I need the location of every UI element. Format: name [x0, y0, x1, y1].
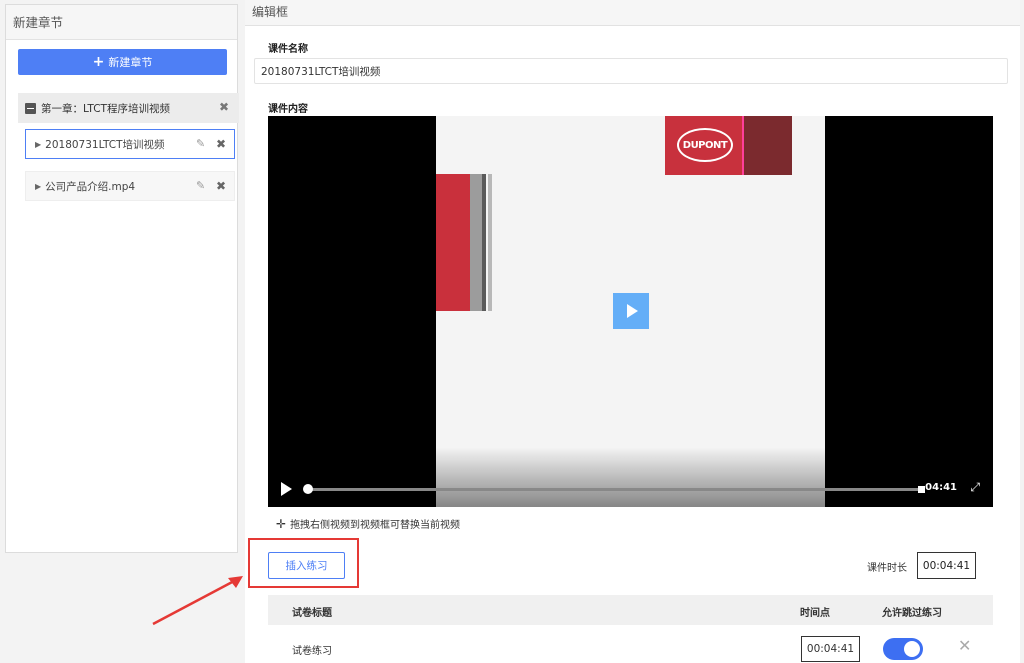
new-chapter-button[interactable]: + 新建章节	[18, 49, 227, 75]
remove-exercise-icon[interactable]: ✕	[958, 636, 971, 655]
header-time: 时间点	[800, 608, 830, 619]
play-icon[interactable]	[281, 482, 292, 496]
play-triangle-icon: ▶	[35, 139, 42, 149]
lesson-item[interactable]: ▶ 20180731LTCT培训视频 ✎ ✖	[25, 129, 235, 159]
course-content-label: 课件内容	[268, 104, 308, 115]
duration-label: 课件时长	[867, 563, 907, 574]
video-graphic	[436, 174, 494, 311]
annotation-arrow-icon	[152, 576, 243, 626]
lesson-label: 20180731LTCT培训视频	[45, 138, 165, 151]
toggle-knob	[904, 641, 920, 657]
delete-chapter-icon[interactable]: ✖	[219, 100, 229, 114]
fullscreen-icon[interactable]: ⤢	[970, 480, 980, 495]
edit-icon[interactable]: ✎	[196, 138, 208, 150]
video-controls: 04:41 ⤢	[268, 471, 993, 507]
insert-exercise-button[interactable]: 插入练习	[268, 552, 345, 579]
graphic-stripe	[482, 174, 486, 311]
delete-lesson-icon[interactable]: ✖	[216, 137, 226, 151]
allow-skip-toggle[interactable]	[883, 638, 923, 660]
exercise-title: 试卷练习	[292, 646, 332, 657]
lesson-label: 公司产品介绍.mp4	[45, 180, 136, 193]
chapter-panel: 新建章节 + 新建章节 第一章：LTCT程序培训视频 ✖ ▶ 20180731L…	[5, 4, 239, 553]
graphic-stripe	[436, 174, 470, 311]
editor-title: 编辑框	[245, 0, 1020, 26]
editor-panel: 编辑框 课件名称 课件内容 DUPONT	[245, 0, 1020, 663]
chapter-panel-title: 新建章节	[6, 5, 237, 40]
chapter-label: 第一章：LTCT程序培训视频	[41, 102, 170, 115]
exercise-table-header: 试卷标题 时间点 允许跳过练习	[268, 595, 993, 625]
move-icon: ✛	[276, 516, 287, 531]
graphic-stripe	[488, 174, 492, 311]
drag-hint-text: 拖拽右侧视频到视频框可替换当前视频	[290, 520, 461, 531]
new-chapter-label: 新建章节	[108, 56, 153, 69]
course-name-label: 课件名称	[268, 44, 308, 55]
table-row: 试卷练习 00:04:41 ✕	[268, 630, 993, 663]
graphic-stripe	[470, 174, 482, 311]
app-root: 新建章节 + 新建章节 第一章：LTCT程序培训视频 ✖ ▶ 20180731L…	[0, 0, 1024, 663]
edit-icon[interactable]: ✎	[196, 180, 208, 192]
exercise-time-input[interactable]: 00:04:41	[801, 636, 860, 662]
lesson-item[interactable]: ▶ 公司产品介绍.mp4 ✎ ✖	[25, 171, 235, 201]
logo-oval: DUPONT	[677, 128, 733, 162]
play-icon	[627, 304, 638, 318]
video-player[interactable]: DUPONT 04:41 ⤢	[268, 116, 993, 507]
plus-icon: +	[92, 54, 105, 70]
progress-track[interactable]	[308, 488, 922, 491]
drag-hint: ✛ 拖拽右侧视频到视频框可替换当前视频	[276, 516, 461, 532]
progress-handle[interactable]	[303, 484, 313, 494]
dupont-logo: DUPONT	[665, 116, 792, 175]
play-triangle-icon: ▶	[35, 181, 42, 191]
collapse-icon[interactable]	[25, 102, 36, 114]
video-time: 04:41	[925, 482, 957, 493]
delete-lesson-icon[interactable]: ✖	[216, 179, 226, 193]
header-title: 试卷标题	[292, 608, 332, 619]
chapter-item[interactable]: 第一章：LTCT程序培训视频 ✖	[18, 93, 239, 123]
header-allow-skip: 允许跳过练习	[882, 608, 942, 619]
course-name-input[interactable]	[254, 58, 1008, 84]
logo-side-panel	[744, 116, 792, 175]
duration-value[interactable]: 00:04:41	[917, 552, 976, 579]
progress-end-marker	[918, 486, 925, 493]
big-play-button[interactable]	[613, 293, 649, 329]
